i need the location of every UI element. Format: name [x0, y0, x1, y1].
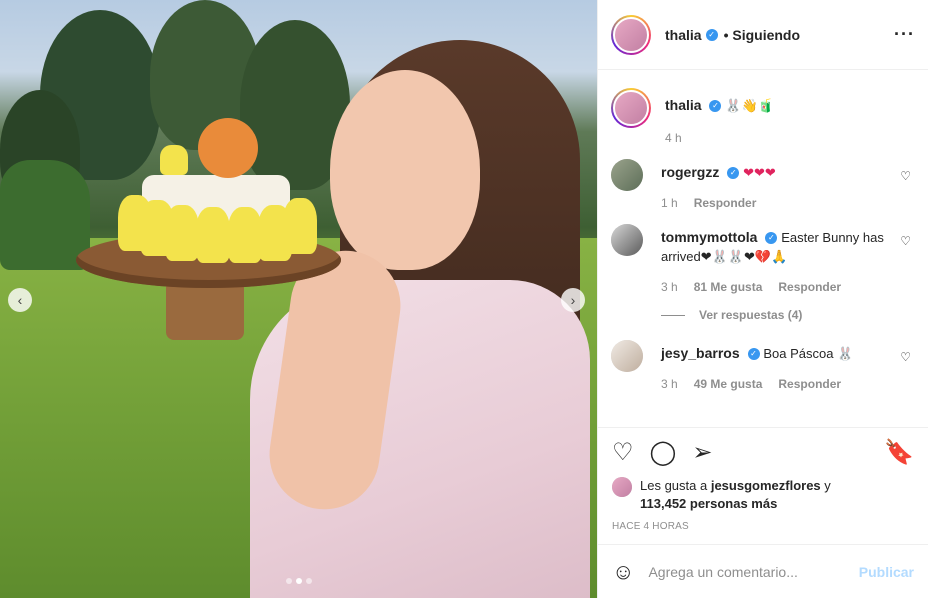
- comment-item: rogergzz ✓ ❤❤❤ 1 h Responder ♡: [611, 159, 915, 212]
- follow-status[interactable]: • Siguiendo: [724, 27, 800, 43]
- commenter-avatar[interactable]: [611, 224, 643, 256]
- caption-text: 🐰👋🧃: [725, 98, 774, 113]
- comment-username[interactable]: jesy_barros: [661, 345, 740, 361]
- chevron-right-icon: ›: [570, 292, 576, 308]
- comment-likes[interactable]: 49 Me gusta: [694, 375, 763, 393]
- like-comment-heart-icon[interactable]: ♡: [900, 169, 911, 183]
- verified-badge-icon: ✓: [705, 28, 718, 41]
- instagram-post: ‹ › thalia ✓ • Siguiendo ··· thalia ✓ 🐰👋…: [0, 0, 928, 598]
- verified-badge-icon: ✓: [709, 100, 722, 113]
- verified-badge-icon: ✓: [765, 232, 778, 245]
- carousel-dot-active: [295, 578, 302, 584]
- comment-item: jesy_barros ✓ Boa Páscoa 🐰 3 h 49 Me gus…: [611, 340, 915, 393]
- comments-list: thalia ✓ 🐰👋🧃 4 h rogergzz ✓ ❤❤❤ 1 h Resp…: [598, 70, 928, 427]
- carousel-dot: [305, 578, 312, 584]
- comment-text: Boa Páscoa 🐰: [763, 346, 854, 361]
- emoji-smiley-icon[interactable]: ☺: [612, 559, 634, 585]
- publish-button[interactable]: Publicar: [859, 564, 914, 580]
- liker-username[interactable]: jesusgomezflores: [711, 478, 821, 493]
- caption-username[interactable]: thalia: [665, 97, 702, 113]
- like-comment-heart-icon[interactable]: ♡: [900, 350, 911, 364]
- post-side-panel: thalia ✓ • Siguiendo ··· thalia ✓ 🐰👋🧃 4 …: [597, 0, 928, 598]
- reply-button[interactable]: Responder: [778, 278, 841, 296]
- reply-button[interactable]: Responder: [778, 375, 841, 393]
- view-replies-button[interactable]: Ver respuestas (4): [661, 308, 915, 322]
- like-heart-icon[interactable]: ♡: [612, 440, 634, 465]
- verified-badge-icon: ✓: [747, 348, 760, 361]
- carousel-indicator: [285, 578, 312, 584]
- comment-bubble-icon[interactable]: ◯: [650, 440, 677, 465]
- like-comment-heart-icon[interactable]: ♡: [900, 234, 911, 248]
- comment-item: tommymottola ✓ Easter Bunny has arrived❤…: [611, 224, 915, 296]
- likes-count[interactable]: 113,452 personas más: [640, 496, 777, 511]
- likes-prefix: Les gusta a: [640, 478, 708, 493]
- add-comment-bar: ☺ Publicar: [598, 544, 928, 598]
- likes-summary: Les gusta a jesusgomezflores y 113,452 p…: [598, 477, 928, 513]
- save-bookmark-icon[interactable]: 🔖: [884, 440, 914, 465]
- ellipsis-icon[interactable]: ···: [894, 24, 915, 45]
- commenter-avatar[interactable]: [611, 340, 643, 372]
- comment-time: 1 h: [661, 196, 678, 210]
- reply-button[interactable]: Responder: [694, 194, 757, 212]
- author-avatar[interactable]: [611, 14, 651, 55]
- view-replies-label: Ver respuestas (4): [699, 308, 803, 322]
- post-timestamp: HACE 4 HORAS: [612, 521, 689, 532]
- chevron-left-icon: ‹: [17, 292, 23, 308]
- comment-username[interactable]: tommymottola: [661, 229, 757, 245]
- commenter-avatar[interactable]: [611, 159, 643, 191]
- post-actions: ♡ ◯ ➢ 🔖: [598, 427, 928, 477]
- post-header: thalia ✓ • Siguiendo ···: [598, 0, 928, 70]
- comment-text: ❤❤❤: [743, 165, 776, 180]
- caption: thalia ✓ 🐰👋🧃 4 h: [611, 88, 915, 147]
- author-username[interactable]: thalia: [665, 27, 702, 43]
- comment-time: 3 h: [661, 377, 678, 391]
- caption-time: 4 h: [665, 131, 682, 145]
- liker-avatar[interactable]: [612, 477, 632, 497]
- comment-likes[interactable]: 81 Me gusta: [694, 278, 763, 296]
- comment-time: 3 h: [661, 280, 678, 294]
- next-photo-button[interactable]: ›: [561, 288, 585, 312]
- replies-divider: [661, 314, 685, 316]
- comment-username[interactable]: rogergzz: [661, 164, 719, 180]
- author-avatar[interactable]: [611, 88, 651, 128]
- prev-photo-button[interactable]: ‹: [8, 288, 32, 312]
- verified-badge-icon: ✓: [727, 167, 740, 180]
- share-paper-plane-icon[interactable]: ➢: [692, 440, 712, 465]
- likes-suffix: y: [824, 478, 831, 493]
- post-photo[interactable]: ‹ ›: [0, 0, 597, 598]
- carousel-dot: [285, 578, 292, 584]
- comment-input[interactable]: [648, 563, 859, 580]
